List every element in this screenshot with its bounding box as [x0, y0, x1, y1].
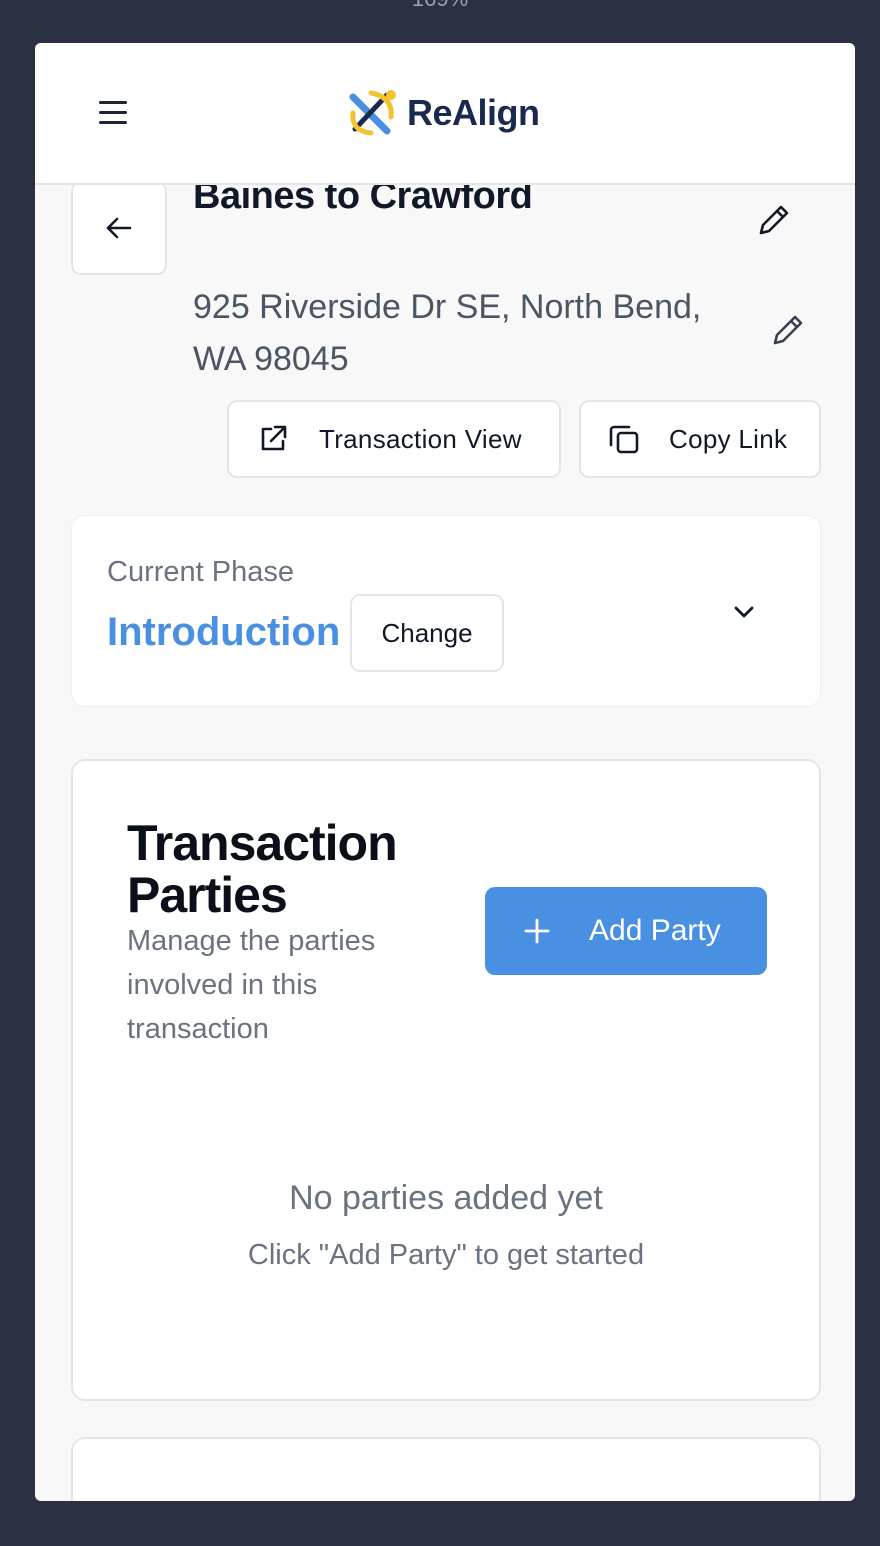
- parties-subtitle: Manage the parties involved in this tran…: [127, 925, 376, 1045]
- transaction-parties-card: Transaction Parties Manage the parties i…: [71, 759, 821, 1401]
- copy-link-label: Copy Link: [669, 423, 788, 454]
- change-phase-button[interactable]: Change: [350, 594, 504, 672]
- current-phase-card: Current Phase Introduction Change: [71, 515, 821, 707]
- realign-logo-icon: [349, 90, 396, 136]
- back-button[interactable]: [71, 185, 167, 275]
- copy-icon: [609, 425, 639, 454]
- brand-name: ReAlign: [407, 92, 540, 133]
- brand-logo[interactable]: ReAlign: [347, 85, 540, 141]
- transaction-view-label: Transaction View: [319, 423, 522, 454]
- page-content: Baines to Crawford 925 Riverside Dr SE, …: [35, 185, 855, 1501]
- transaction-title: Baines to Crawford: [193, 185, 533, 217]
- mobile-viewport: ReAlign Baines to Crawford 925 Riverside…: [35, 43, 855, 1501]
- transaction-address: 925 Riverside Dr SE, North Bend, WA 9804…: [193, 288, 702, 378]
- edit-title-button[interactable]: [753, 201, 793, 241]
- transaction-view-button[interactable]: Transaction View: [227, 400, 561, 478]
- chevron-down-icon[interactable]: [728, 596, 760, 628]
- add-party-button[interactable]: Add Party: [485, 887, 767, 975]
- menu-icon[interactable]: [99, 101, 127, 125]
- phase-name: Introduction: [107, 610, 341, 654]
- plus-icon: [524, 918, 550, 944]
- phase-label: Current Phase: [107, 556, 294, 588]
- pencil-icon: [759, 205, 789, 235]
- copy-link-button[interactable]: Copy Link: [579, 400, 821, 478]
- add-party-label: Add Party: [589, 914, 721, 947]
- top-navbar: ReAlign: [35, 43, 855, 185]
- arrow-left-icon: [106, 217, 132, 239]
- edit-address-button[interactable]: [767, 311, 807, 351]
- pencil-icon: [773, 315, 803, 345]
- empty-state-hint: Click "Add Party" to get started: [247, 1239, 645, 1271]
- parties-title: Transaction Parties: [127, 815, 398, 923]
- empty-state-title: No parties added yet: [289, 1179, 603, 1217]
- external-link-icon: [261, 425, 287, 451]
- zoom-level: 169%: [0, 0, 880, 12]
- next-section-card: [71, 1437, 821, 1501]
